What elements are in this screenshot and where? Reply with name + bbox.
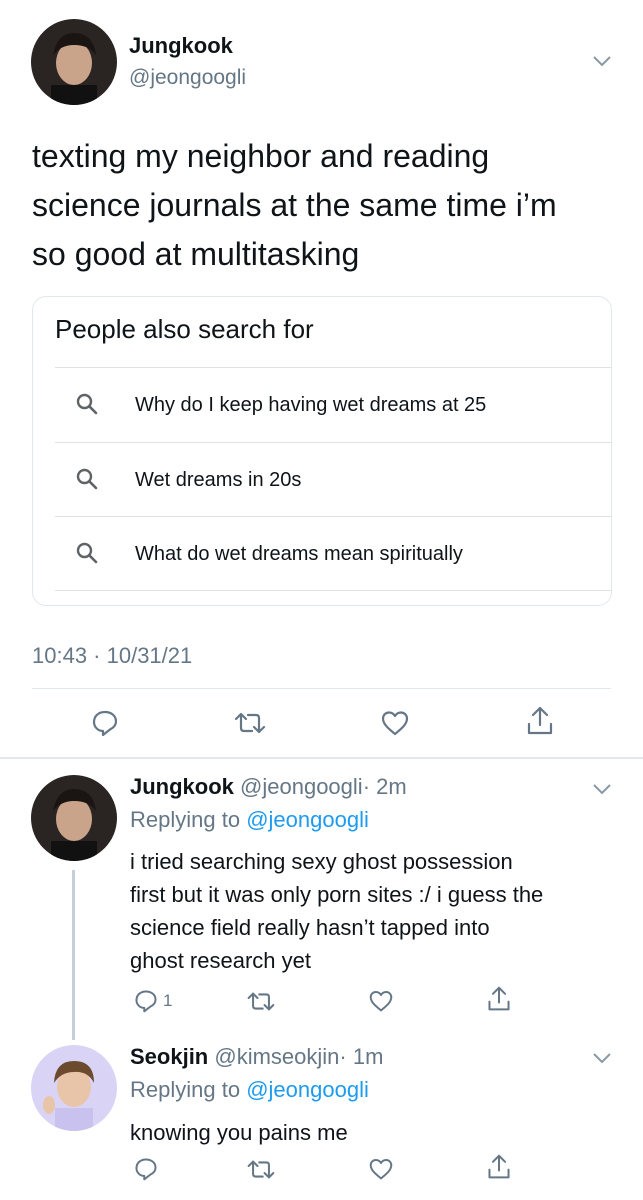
search-icon [75, 541, 99, 570]
reply-text-line: science field really hasn’t tapped into [130, 915, 490, 940]
reply-text: i tried searching sexy ghost possession … [130, 845, 630, 977]
reply-text: knowing you pains me [130, 1116, 630, 1149]
share-icon[interactable] [486, 1153, 512, 1186]
retweet-icon[interactable] [233, 710, 267, 741]
reply-more-chevron-icon[interactable] [591, 1051, 613, 1065]
main-tweet-timestamp[interactable]: 10:43 · 10/31/21 [32, 643, 192, 669]
replying-to-handle[interactable]: @jeongoogli [246, 1077, 369, 1102]
reply-count: 1 [163, 991, 173, 1010]
reply-header: Jungkook @jeongoogli· 2m [130, 774, 407, 800]
tweet-text-line: texting my neighbor and reading [32, 138, 490, 174]
replying-to: Replying to @jeongoogli [130, 1077, 369, 1103]
reply-time: · 1m [339, 1044, 384, 1069]
search-suggestion-text: Why do I keep having wet dreams at 25 [135, 394, 487, 416]
reply-text-line: i tried searching sexy ghost possession [130, 849, 513, 874]
search-suggestion-row[interactable]: Wet dreams in 20s [33, 443, 611, 517]
people-also-search-card[interactable]: People also search for Why do I keep hav… [32, 296, 612, 606]
main-tweet-avatar[interactable] [31, 19, 117, 105]
reply-avatar[interactable] [31, 775, 117, 861]
main-tweet-handle[interactable]: @jeongoogli [129, 66, 246, 90]
main-tweet-text: texting my neighbor and reading science … [32, 132, 632, 279]
timestamp-divider [32, 688, 611, 689]
reply-handle[interactable]: @jeongoogli [240, 774, 363, 799]
share-icon[interactable] [525, 705, 555, 742]
reply-time: · 2m [362, 774, 407, 799]
reply-icon[interactable] [90, 708, 120, 743]
reply-icon[interactable] [133, 988, 159, 1019]
reply-text-line: knowing you pains me [130, 1120, 348, 1145]
search-icon [75, 467, 99, 496]
search-suggestion-text: Wet dreams in 20s [135, 469, 302, 491]
avatar-image [31, 775, 117, 861]
reply-text-line: ghost research yet [130, 948, 311, 973]
share-icon[interactable] [486, 985, 512, 1018]
like-icon[interactable] [368, 989, 394, 1018]
like-icon[interactable] [368, 1157, 394, 1186]
tweet-text-line: so good at multitasking [32, 236, 360, 272]
main-tweet-more-chevron-icon[interactable] [591, 54, 613, 68]
reply-icon[interactable] [133, 1156, 159, 1187]
retweet-icon[interactable] [246, 1158, 276, 1186]
thread-line [72, 870, 75, 1040]
reply-avatar[interactable] [31, 1045, 117, 1131]
search-suggestion-row[interactable]: What do wet dreams mean spiritually [33, 517, 611, 591]
avatar-image [31, 1045, 117, 1131]
replying-to-label: Replying to [130, 1077, 241, 1102]
search-icon [75, 392, 99, 421]
reply-handle[interactable]: @kimseokjin [214, 1044, 339, 1069]
reply-header: Seokjin @kimseokjin· 1m [130, 1044, 383, 1070]
main-tweet-display-name[interactable]: Jungkook [129, 33, 233, 59]
reply-more-chevron-icon[interactable] [591, 782, 613, 796]
reply-display-name[interactable]: Seokjin [130, 1044, 208, 1069]
retweet-icon[interactable] [246, 990, 276, 1018]
reply-text-line: first but it was only porn sites :/ i gu… [130, 882, 544, 907]
search-suggestion-row[interactable]: Why do I keep having wet dreams at 25 [33, 368, 611, 442]
reply-display-name[interactable]: Jungkook [130, 774, 234, 799]
avatar-image [31, 19, 117, 105]
search-suggestion-text: What do wet dreams mean spiritually [135, 543, 463, 565]
search-row-divider [55, 590, 611, 591]
search-card-title: People also search for [55, 314, 314, 344]
section-divider [0, 757, 643, 759]
tweet-text-line: science journals at the same time i’m [32, 187, 557, 223]
replying-to-label: Replying to [130, 807, 241, 832]
like-icon[interactable] [380, 709, 410, 742]
replying-to-handle[interactable]: @jeongoogli [246, 807, 369, 832]
replying-to: Replying to @jeongoogli [130, 807, 369, 833]
